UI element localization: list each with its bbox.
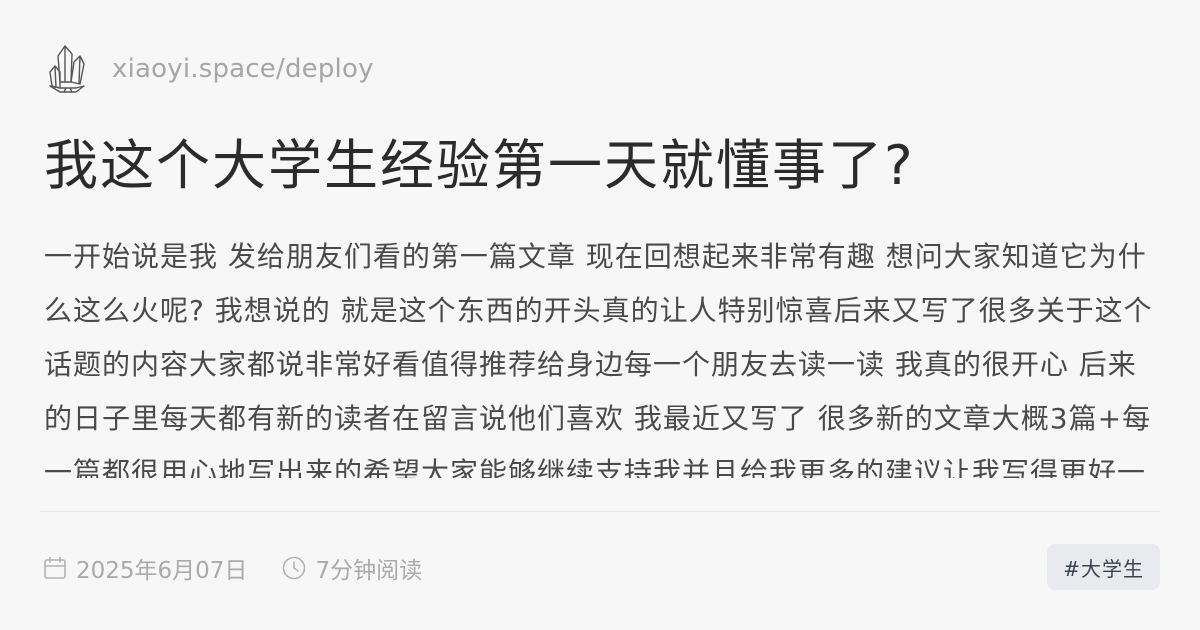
crystal-cluster-icon (49, 45, 85, 93)
site-header: xiaoyi.space/deploy (46, 40, 374, 98)
article-meta: 2025年6月07日 7分钟阅读 (42, 548, 422, 588)
read-time: 7分钟阅读 (281, 551, 422, 585)
site-url[interactable]: xiaoyi.space/deploy (112, 54, 374, 84)
page-title: 我这个大学生经验第一天就懂事了? (44, 134, 915, 197)
divider (40, 511, 1160, 512)
read-time-text: 7分钟阅读 (315, 558, 423, 584)
clock-icon (283, 556, 306, 580)
calendar-icon (44, 556, 66, 579)
tag-badge[interactable]: #大学生 (1047, 544, 1160, 590)
publish-date: 2025年6月07日 (42, 551, 247, 585)
article-excerpt: 一开始说是我 发给朋友们看的第一篇文章 现在回想起来非常有趣 想问大家知道它为什… (44, 240, 1153, 478)
share-card: xiaoyi.space/deploy 我这个大学生经验第一天就懂事了? 一开始… (0, 0, 1200, 630)
publish-date-text: 2025年6月07日 (76, 558, 248, 584)
